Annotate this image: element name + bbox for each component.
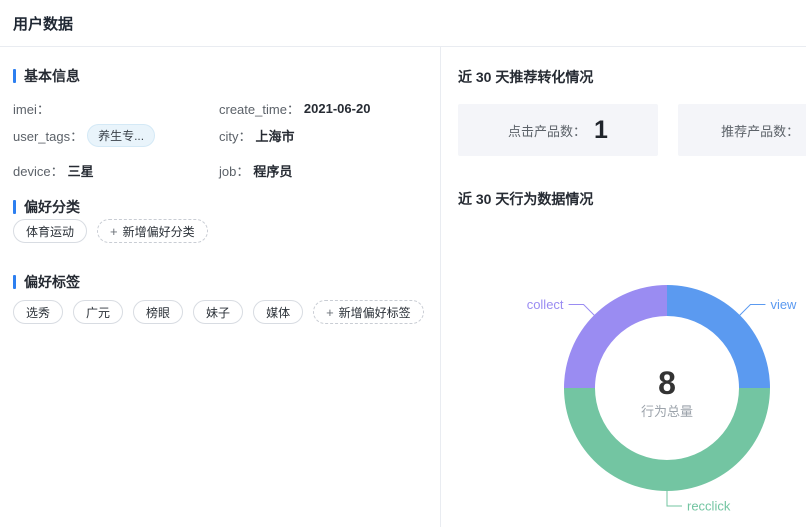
field-job: job： 程序员 [219,158,292,182]
field-label: city： [219,126,252,145]
donut-label-view: view [770,297,797,312]
preference-tags-list: 选秀广元榜眼妹子媒体 + 新增偏好标签 [13,300,424,324]
field-value: 三星 [68,161,94,180]
left-panel: 基本信息 imei： create_time： 2021-06-20 user_… [0,47,440,527]
add-category-label: 新增偏好分类 [123,223,195,240]
donut-slice-collect[interactable] [564,285,667,388]
donut-slice-view[interactable] [667,285,770,388]
field-value: 程序员 [253,161,292,180]
field-value: 2021-06-20 [304,101,371,116]
donut-label-line-collect [569,305,595,316]
field-label: device： [13,161,64,180]
preference-tag: 妹子 [193,300,243,324]
preference-tags-header: 偏好标签 [13,272,80,292]
donut-center-label: 行为总量 [641,404,693,419]
field-device: device： 三星 [13,158,94,182]
plus-icon: + [326,305,334,320]
plus-icon: + [110,224,118,239]
preference-category-tags: 体育运动 + 新增偏好分类 [13,219,208,243]
donut-label-recclick: recclick [687,499,731,514]
preference-tags-title: 偏好标签 [24,272,80,292]
field-user-tags: user_tags： 养生专... [13,123,155,147]
preference-category-title: 偏好分类 [24,197,80,217]
field-city: city： 上海市 [219,123,295,147]
add-preference-category-button[interactable]: + 新增偏好分类 [97,219,208,243]
user-tag-pill[interactable]: 养生专... [87,124,155,147]
donut-total-value: 8 [658,365,676,401]
donut-label-line-view [739,305,765,316]
field-label: job： [219,161,249,180]
field-label: user_tags： [13,126,83,145]
section-accent-bar [13,200,16,214]
field-value: 上海市 [256,126,295,145]
preference-tag: 广元 [73,300,123,324]
preference-tag: 媒体 [253,300,303,324]
basic-info-title: 基本信息 [24,66,80,86]
behavior-donut-chart: view recclick collect 8 行为总量 [441,47,806,527]
add-preference-tag-button[interactable]: + 新增偏好标签 [313,300,424,324]
field-create-time: create_time： 2021-06-20 [219,96,370,120]
preference-category-header: 偏好分类 [13,197,80,217]
category-tag: 体育运动 [13,219,87,243]
right-panel: 近 30 天推荐转化情况 点击产品数： 1 推荐产品数： 20 近 30 天行为… [441,47,806,527]
field-label: create_time： [219,99,300,118]
donut-label-line-recclick [667,490,682,506]
page-title: 用户数据 [13,13,73,34]
preference-tag: 选秀 [13,300,63,324]
preference-tag: 榜眼 [133,300,183,324]
section-accent-bar [13,69,16,83]
section-accent-bar [13,275,16,289]
add-tag-label: 新增偏好标签 [339,304,411,321]
donut-label-collect: collect [527,297,564,312]
basic-info-header: 基本信息 [13,66,80,86]
field-imei: imei： [13,96,54,120]
field-label: imei： [13,99,50,118]
